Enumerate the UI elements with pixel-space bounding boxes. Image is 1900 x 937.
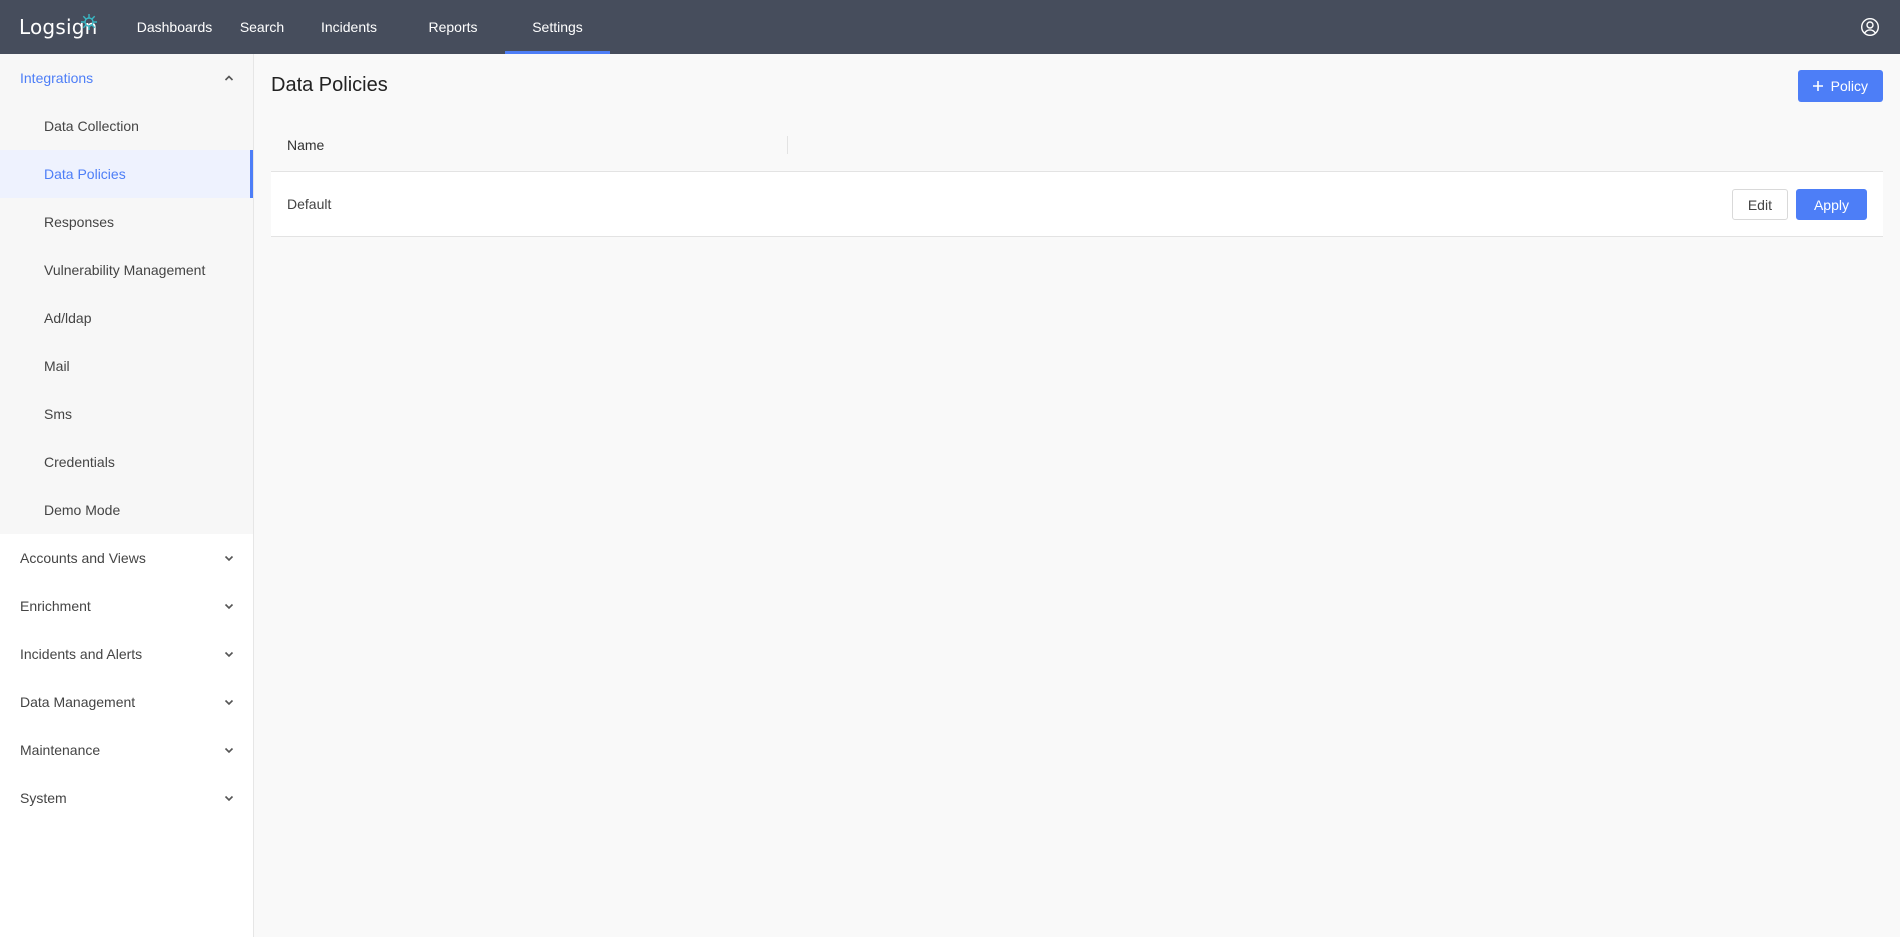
sidebar-group-label: Maintenance xyxy=(20,742,101,758)
apply-button[interactable]: Apply xyxy=(1795,189,1867,220)
sidebar-group-label: Integrations xyxy=(20,70,94,86)
sidebar-item-label: Demo Mode xyxy=(44,502,121,518)
sidebar-item-data-policies[interactable]: Data Policies xyxy=(0,150,253,198)
logo[interactable]: Logsign xyxy=(0,0,122,54)
sidebar-item-vulnerability-management[interactable]: Vulnerability Management xyxy=(0,246,253,294)
sidebar-item-credentials[interactable]: Credentials xyxy=(0,438,253,486)
main-nav: Dashboards Search Incidents Reports Sett… xyxy=(122,0,610,54)
sidebar-item-mail[interactable]: Mail xyxy=(0,342,253,390)
nav-label: Search xyxy=(239,19,285,35)
chevron-down-icon xyxy=(224,747,234,754)
sidebar-group-label: Accounts and Views xyxy=(20,550,146,566)
page-title: Data Policies xyxy=(271,74,388,96)
sidebar-group-accounts-and-views[interactable]: Accounts and Views xyxy=(0,534,253,582)
row-actions: Edit Apply xyxy=(1731,189,1867,220)
column-header-name: Name xyxy=(287,136,325,153)
sidebar-item-data-collection[interactable]: Data Collection xyxy=(0,102,253,150)
sidebar-item-label: Ad/ldap xyxy=(44,310,92,326)
chevron-down-icon xyxy=(224,555,234,562)
add-policy-button[interactable]: Policy xyxy=(1797,70,1883,102)
chevron-down-icon xyxy=(224,651,234,658)
settings-sidebar: Integrations Data Collection Data Polici… xyxy=(0,54,254,937)
policy-name-cell: Default xyxy=(287,196,332,212)
sidebar-group-label: Data Management xyxy=(20,694,136,710)
sidebar-item-label: Data Collection xyxy=(44,118,139,134)
nav-label: Reports xyxy=(428,19,478,35)
nav-label: Incidents xyxy=(320,19,378,35)
sidebar-group-integrations[interactable]: Integrations xyxy=(0,54,253,102)
sidebar-item-label: Credentials xyxy=(44,454,115,470)
sidebar-item-label: Data Policies xyxy=(44,166,126,182)
sidebar-item-label: Responses xyxy=(44,214,115,230)
sidebar-group-data-management[interactable]: Data Management xyxy=(0,678,253,726)
top-nav-bar: Logsign Dashboards Search Incidents Repo… xyxy=(0,0,1900,54)
sidebar-group-label: Enrichment xyxy=(20,598,91,614)
chevron-down-icon xyxy=(224,699,234,706)
plus-icon xyxy=(1812,81,1823,91)
sidebar-group-label: System xyxy=(20,790,67,806)
nav-dashboards[interactable]: Dashboards xyxy=(122,0,227,54)
nav-label: Dashboards xyxy=(136,19,213,35)
sidebar-item-responses[interactable]: Responses xyxy=(0,198,253,246)
nav-reports[interactable]: Reports xyxy=(401,0,505,54)
sidebar-group-maintenance[interactable]: Maintenance xyxy=(0,726,253,774)
nav-search[interactable]: Search xyxy=(227,0,297,54)
sidebar-item-label: Vulnerability Management xyxy=(44,262,206,278)
sidebar-item-demo-mode[interactable]: Demo Mode xyxy=(0,486,253,534)
nav-label: Settings xyxy=(532,19,583,35)
policies-table: Name Default Edit Apply xyxy=(271,118,1883,237)
table-header: Name xyxy=(271,118,1883,172)
column-divider xyxy=(787,136,788,154)
sidebar-group-system[interactable]: System xyxy=(0,774,253,822)
logo-mark-icon xyxy=(81,14,97,30)
chevron-up-icon xyxy=(224,75,234,81)
sidebar-item-label: Mail xyxy=(44,358,70,374)
integrations-submenu: Data Collection Data Policies Responses … xyxy=(0,102,253,534)
sidebar-item-label: Sms xyxy=(44,406,72,422)
nav-incidents[interactable]: Incidents xyxy=(297,0,401,54)
nav-settings[interactable]: Settings xyxy=(505,0,610,54)
sidebar-item-sms[interactable]: Sms xyxy=(0,390,253,438)
sidebar-group-incidents-and-alerts[interactable]: Incidents and Alerts xyxy=(0,630,253,678)
table-row: Default Edit Apply xyxy=(271,172,1883,237)
edit-button[interactable]: Edit xyxy=(1731,189,1788,220)
sidebar-item-ad-ldap[interactable]: Ad/ldap xyxy=(0,294,253,342)
sidebar-group-label: Incidents and Alerts xyxy=(20,646,143,662)
user-circle-icon[interactable] xyxy=(1860,17,1880,37)
chevron-down-icon xyxy=(224,603,234,610)
add-policy-label: Policy xyxy=(1830,78,1868,94)
sidebar-group-enrichment[interactable]: Enrichment xyxy=(0,582,253,630)
chevron-down-icon xyxy=(224,795,234,802)
